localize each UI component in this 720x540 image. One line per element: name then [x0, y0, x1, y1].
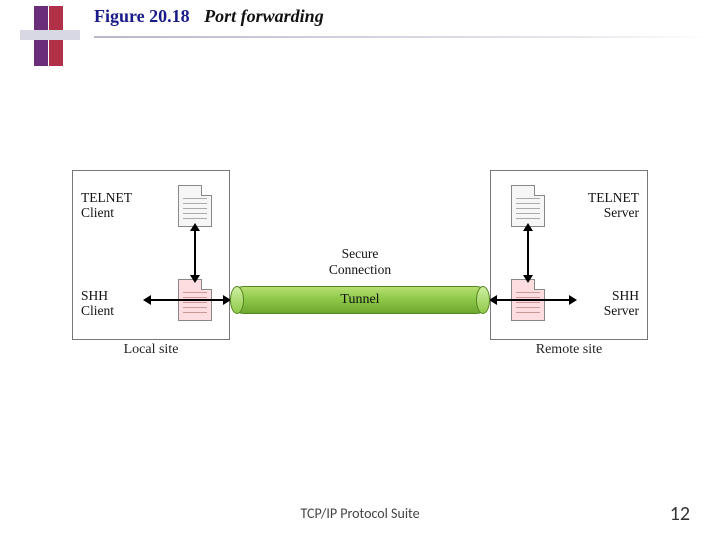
slide-title: Figure 20.18 Port forwarding — [94, 6, 324, 27]
vertical-double-arrow-icon — [527, 229, 529, 277]
page-number: 12 — [670, 502, 690, 526]
figure-caption: Port forwarding — [204, 6, 324, 26]
tunnel-icon: Tunnel — [230, 286, 490, 314]
shh-client-label: SHH Client — [81, 289, 141, 319]
document-icon — [178, 185, 212, 227]
remote-site-caption: Remote site — [490, 342, 648, 358]
shh-server-label: SHH Server — [579, 289, 639, 319]
tunnel-label: Tunnel — [340, 292, 379, 308]
horizontal-double-arrow-icon — [496, 299, 570, 301]
header-divider — [94, 36, 710, 38]
figure-number: Figure 20.18 — [94, 6, 190, 26]
telnet-server-label: TELNET Server — [579, 191, 639, 221]
port-forwarding-diagram: TELNET Client SHH Client Local site TELN… — [0, 170, 720, 390]
horizontal-double-arrow-icon — [150, 299, 224, 301]
secure-connection-label: Secure Connection — [230, 246, 490, 277]
slide-header: Figure 20.18 Port forwarding — [0, 0, 720, 60]
header-logo-icon — [20, 6, 80, 66]
local-site-box: TELNET Client SHH Client — [72, 170, 230, 340]
local-site-caption: Local site — [72, 342, 230, 358]
vertical-double-arrow-icon — [194, 229, 196, 277]
telnet-client-label: TELNET Client — [81, 191, 141, 221]
document-icon — [511, 185, 545, 227]
remote-site-box: TELNET Server SHH Server — [490, 170, 648, 340]
tunnel-group: Secure Connection Tunnel — [230, 286, 490, 314]
footer-text: TCP/IP Protocol Suite — [0, 505, 720, 522]
